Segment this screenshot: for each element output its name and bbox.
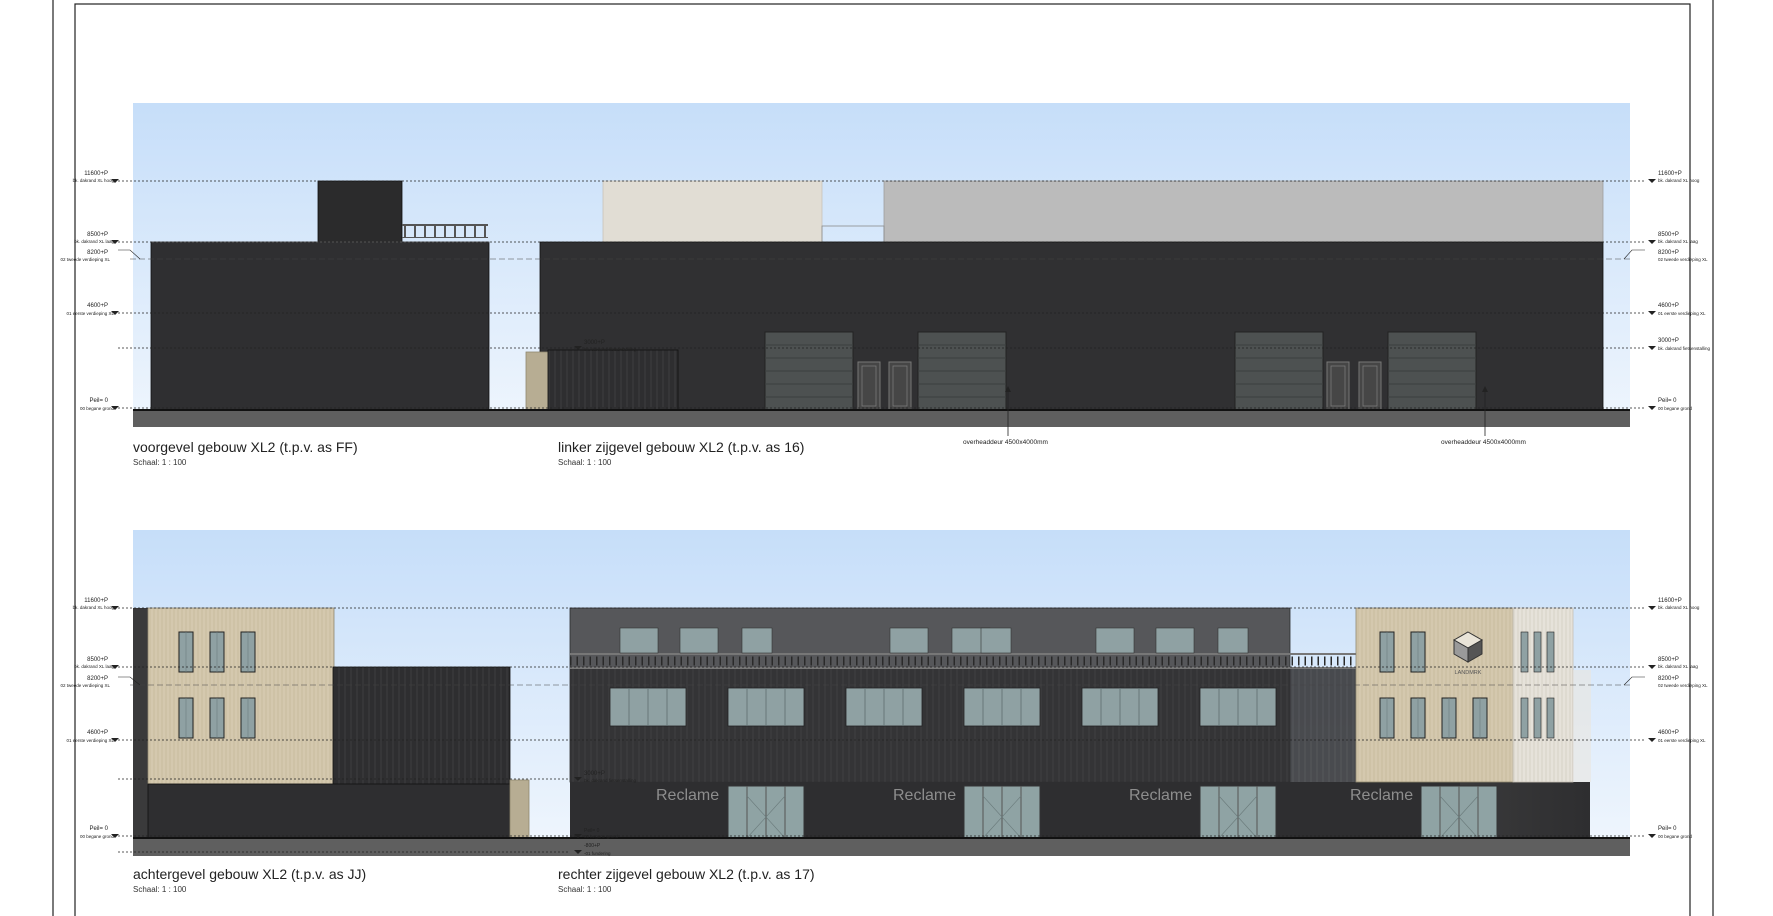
svg-text:8500+P: 8500+P xyxy=(87,657,108,663)
svg-text:4600+P: 4600+P xyxy=(87,730,108,736)
svg-text:01 eerste verdieping XL: 01 eerste verdieping XL xyxy=(66,311,114,316)
signage-text: Reclame xyxy=(1129,787,1192,804)
top-elevations: overheaddeur 4500x4000mm overheaddeur 45… xyxy=(118,103,1645,467)
glass-entrance xyxy=(1199,785,1277,839)
svg-text:11600+P: 11600+P xyxy=(1658,171,1682,177)
signage-text: Reclame xyxy=(1350,787,1413,804)
svg-text:8500+P: 8500+P xyxy=(87,232,108,238)
svg-text:3000+P: 3000+P xyxy=(584,340,605,346)
scale-label: Schaal: 1 : 100 xyxy=(133,885,187,894)
svg-text:01 eerste verdieping XL: 01 eerste verdieping XL xyxy=(66,738,114,743)
ground-band xyxy=(133,410,1630,427)
scale-label: Schaal: 1 : 100 xyxy=(133,458,187,467)
personnel-door xyxy=(888,361,912,411)
svg-text:4600+P: 4600+P xyxy=(1658,303,1679,309)
personnel-door xyxy=(857,361,881,411)
svg-text:02 tweede verdieping XL: 02 tweede verdieping XL xyxy=(1658,257,1708,262)
svg-text:bk. dakrand XL laag: bk. dakrand XL laag xyxy=(74,664,114,669)
brand-logo: LANDMRK xyxy=(1452,631,1484,676)
svg-text:Peil= 0: Peil= 0 xyxy=(1658,398,1677,404)
svg-text:Peil= 0: Peil= 0 xyxy=(89,398,108,404)
signage-text: Reclame xyxy=(893,787,956,804)
svg-text:8200+P: 8200+P xyxy=(1658,676,1679,682)
elevation-title: achtergevel gebouw XL2 (t.p.v. as JJ) xyxy=(133,866,366,882)
scale-label: Schaal: 1 : 100 xyxy=(558,458,612,467)
elevation-title: rechter zijgevel gebouw XL2 (t.p.v. as 1… xyxy=(558,866,815,882)
overhead-door xyxy=(1234,331,1324,411)
svg-text:11600+P: 11600+P xyxy=(84,598,108,604)
elevation-drawing-sheet: overheaddeur 4500x4000mm overheaddeur 45… xyxy=(52,0,1714,916)
personnel-door xyxy=(1358,361,1382,411)
overhead-door xyxy=(917,331,1007,411)
svg-text:bk. dakrand XL hoog: bk. dakrand XL hoog xyxy=(73,605,115,610)
right-side-facade-volume: Reclame Reclame Reclame Reclame LANDMRK xyxy=(569,607,1591,839)
svg-text:bk. dakrand XL hoog: bk. dakrand XL hoog xyxy=(1658,178,1700,183)
svg-text:bk. dakrand XL hoog: bk. dakrand XL hoog xyxy=(1658,605,1700,610)
overhead-door-annotation: overheaddeur 4500x4000mm xyxy=(963,439,1048,446)
svg-text:bk. dakrand fietsenstalling: bk. dakrand fietsenstalling xyxy=(584,347,637,352)
svg-text:4600+P: 4600+P xyxy=(1658,730,1679,736)
overhead-door-annotation: overheaddeur 4500x4000mm xyxy=(1441,439,1526,446)
svg-text:02 tweede verdieping XL: 02 tweede verdieping XL xyxy=(60,257,110,262)
glass-entrance xyxy=(1420,785,1498,839)
scale-label: Schaal: 1 : 100 xyxy=(558,885,612,894)
svg-text:00 begane grond: 00 begane grond xyxy=(1658,406,1693,411)
svg-text:bk. dakrand XL hoog: bk. dakrand XL hoog xyxy=(73,178,115,183)
svg-text:bk. dakrand XL laag: bk. dakrand XL laag xyxy=(74,239,114,244)
svg-text:11600+P: 11600+P xyxy=(1658,598,1682,604)
svg-text:00 begane grond: 00 begane grond xyxy=(1658,834,1693,839)
overhead-door xyxy=(764,331,854,411)
svg-text:11600+P: 11600+P xyxy=(84,171,108,177)
svg-text:00 begane grond: 00 begane grond xyxy=(80,406,115,411)
svg-text:8500+P: 8500+P xyxy=(1658,232,1679,238)
svg-text:Peil= 0: Peil= 0 xyxy=(89,826,108,832)
svg-text:02 tweede verdieping XL: 02 tweede verdieping XL xyxy=(60,683,110,688)
svg-text:4600+P: 4600+P xyxy=(87,303,108,309)
svg-text:Peil= 0: Peil= 0 xyxy=(1658,826,1677,832)
svg-text:-01 fundering: -01 fundering xyxy=(584,851,611,856)
svg-text:8200+P: 8200+P xyxy=(87,676,108,682)
elevation-title: linker zijgevel gebouw XL2 (t.p.v. as 16… xyxy=(558,439,804,455)
overhead-door xyxy=(1387,331,1477,411)
svg-text:3000+P: 3000+P xyxy=(584,771,605,777)
personnel-door xyxy=(1326,361,1350,411)
svg-text:-800+P: -800+P xyxy=(584,843,601,849)
svg-text:8200+P: 8200+P xyxy=(1658,250,1679,256)
svg-text:01 eerste verdieping XL: 01 eerste verdieping XL xyxy=(1658,311,1706,316)
svg-text:8500+P: 8500+P xyxy=(1658,657,1679,663)
roof-railing xyxy=(402,224,488,238)
glass-entrance xyxy=(963,785,1041,839)
side-facade-volume xyxy=(525,180,1604,411)
svg-text:02 tweede verdieping XL: 02 tweede verdieping XL xyxy=(1658,683,1708,688)
bottom-elevations: Reclame Reclame Reclame Reclame LANDMRK xyxy=(118,530,1645,894)
glass-entrance xyxy=(727,785,805,839)
svg-text:bk. dakrand XL laag: bk. dakrand XL laag xyxy=(1658,664,1698,669)
svg-text:bk. dakrand fietsenstalling: bk. dakrand fietsenstalling xyxy=(584,778,637,783)
svg-text:bk. dakrand XL laag: bk. dakrand XL laag xyxy=(1658,239,1698,244)
svg-text:01 eerste verdieping XL: 01 eerste verdieping XL xyxy=(1658,738,1706,743)
brand-logo-text: LANDMRK xyxy=(1455,670,1482,676)
svg-text:3000+P: 3000+P xyxy=(1658,338,1679,344)
svg-text:00 begane grond: 00 begane grond xyxy=(80,834,115,839)
svg-text:00 begane grond: 00 begane grond xyxy=(584,834,619,839)
svg-text:8200+P: 8200+P xyxy=(87,250,108,256)
elevation-title: voorgevel gebouw XL2 (t.p.v. as FF) xyxy=(133,439,358,455)
signage-text: Reclame xyxy=(656,787,719,804)
svg-text:bk. dakrand fietsenstalling: bk. dakrand fietsenstalling xyxy=(1658,346,1711,351)
ground-band xyxy=(133,838,1630,856)
